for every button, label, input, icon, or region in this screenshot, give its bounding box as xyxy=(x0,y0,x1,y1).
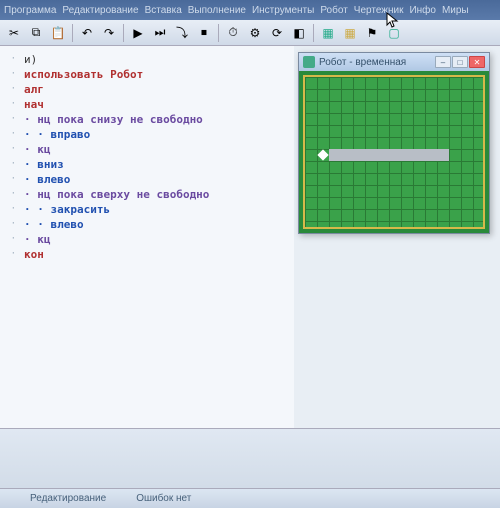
menu-insert[interactable]: Вставка xyxy=(145,5,182,16)
speed-icon[interactable]: ⏱ xyxy=(223,23,243,43)
workspace: ·············· и)использовать Роботалгна… xyxy=(0,46,500,468)
copy-icon[interactable]: ⧉ xyxy=(26,23,46,43)
robot-window-title: Робот - временная xyxy=(319,57,431,68)
minimize-button[interactable]: – xyxy=(435,56,451,68)
code-editor[interactable]: ·············· и)использовать Роботалгна… xyxy=(0,46,294,468)
code-line[interactable]: · · вправо xyxy=(24,127,290,142)
step-icon[interactable]: ⏭ xyxy=(150,23,170,43)
flag-icon[interactable]: ⚑ xyxy=(362,23,382,43)
maximize-button[interactable]: □ xyxy=(452,56,468,68)
robot-field-icon[interactable]: ▢ xyxy=(384,23,404,43)
cut-icon[interactable]: ✂ xyxy=(4,23,24,43)
line-gutter: ·············· xyxy=(0,52,20,262)
paste-icon[interactable]: 📋 xyxy=(48,23,68,43)
status-bar: Редактирование Ошибок нет xyxy=(0,488,500,508)
painted-cells xyxy=(329,149,449,161)
undo-icon[interactable]: ↶ xyxy=(77,23,97,43)
code-line[interactable]: и) xyxy=(24,52,290,67)
robot-field[interactable] xyxy=(299,71,489,233)
toolbar: ✂ ⧉ 📋 ↶ ↷ ▶ ⏭ ⤵ ⏹ ⏱ ⚙ ⟳ ◧ ▦ ▦ ⚑ ▢ xyxy=(0,20,500,46)
robot-window[interactable]: Робот - временная – □ ✕ xyxy=(298,52,490,234)
code-line[interactable]: нач xyxy=(24,97,290,112)
tool-b-icon[interactable]: ⟳ xyxy=(267,23,287,43)
status-errors: Ошибок нет xyxy=(136,493,191,504)
menu-bar: Программа Редактирование Вставка Выполне… xyxy=(0,0,500,20)
run-icon[interactable]: ▶ xyxy=(128,23,148,43)
code-line[interactable]: · · влево xyxy=(24,217,290,232)
menu-program[interactable]: Программа xyxy=(4,5,56,16)
code-line[interactable]: кон xyxy=(24,247,290,262)
code-line[interactable]: · вниз xyxy=(24,157,290,172)
tool-c-icon[interactable]: ◧ xyxy=(289,23,309,43)
grid-yellow-icon[interactable]: ▦ xyxy=(340,23,360,43)
robot-window-titlebar[interactable]: Робот - временная – □ ✕ xyxy=(299,53,489,71)
menu-run[interactable]: Выполнение xyxy=(188,5,246,16)
menu-edit[interactable]: Редактирование xyxy=(62,5,138,16)
output-panel xyxy=(0,428,500,488)
code-line[interactable]: использовать Робот xyxy=(24,67,290,82)
robot-grid[interactable] xyxy=(303,75,485,229)
tool-a-icon[interactable]: ⚙ xyxy=(245,23,265,43)
code-line[interactable]: · кц xyxy=(24,232,290,247)
code-line[interactable]: · нц пока снизу не свободно xyxy=(24,112,290,127)
code-line[interactable]: алг xyxy=(24,82,290,97)
code-line[interactable]: · · закрасить xyxy=(24,202,290,217)
code-line[interactable]: · нц пока сверху не свободно xyxy=(24,187,290,202)
redo-icon[interactable]: ↷ xyxy=(99,23,119,43)
robot-marker xyxy=(317,149,328,160)
menu-info[interactable]: Инфо xyxy=(409,5,436,16)
code-line[interactable]: · влево xyxy=(24,172,290,187)
menu-robot[interactable]: Робот xyxy=(320,5,347,16)
close-button[interactable]: ✕ xyxy=(469,56,485,68)
step-into-icon[interactable]: ⤵ xyxy=(172,23,192,43)
menu-worlds[interactable]: Миры xyxy=(442,5,469,16)
menu-tools[interactable]: Инструменты xyxy=(252,5,314,16)
code-line[interactable]: · кц xyxy=(24,142,290,157)
menu-draw[interactable]: Чертежник xyxy=(354,5,404,16)
grid-green-icon[interactable]: ▦ xyxy=(318,23,338,43)
robot-app-icon xyxy=(303,56,315,68)
stop-icon[interactable]: ⏹ xyxy=(194,23,214,43)
status-mode: Редактирование xyxy=(30,493,106,504)
